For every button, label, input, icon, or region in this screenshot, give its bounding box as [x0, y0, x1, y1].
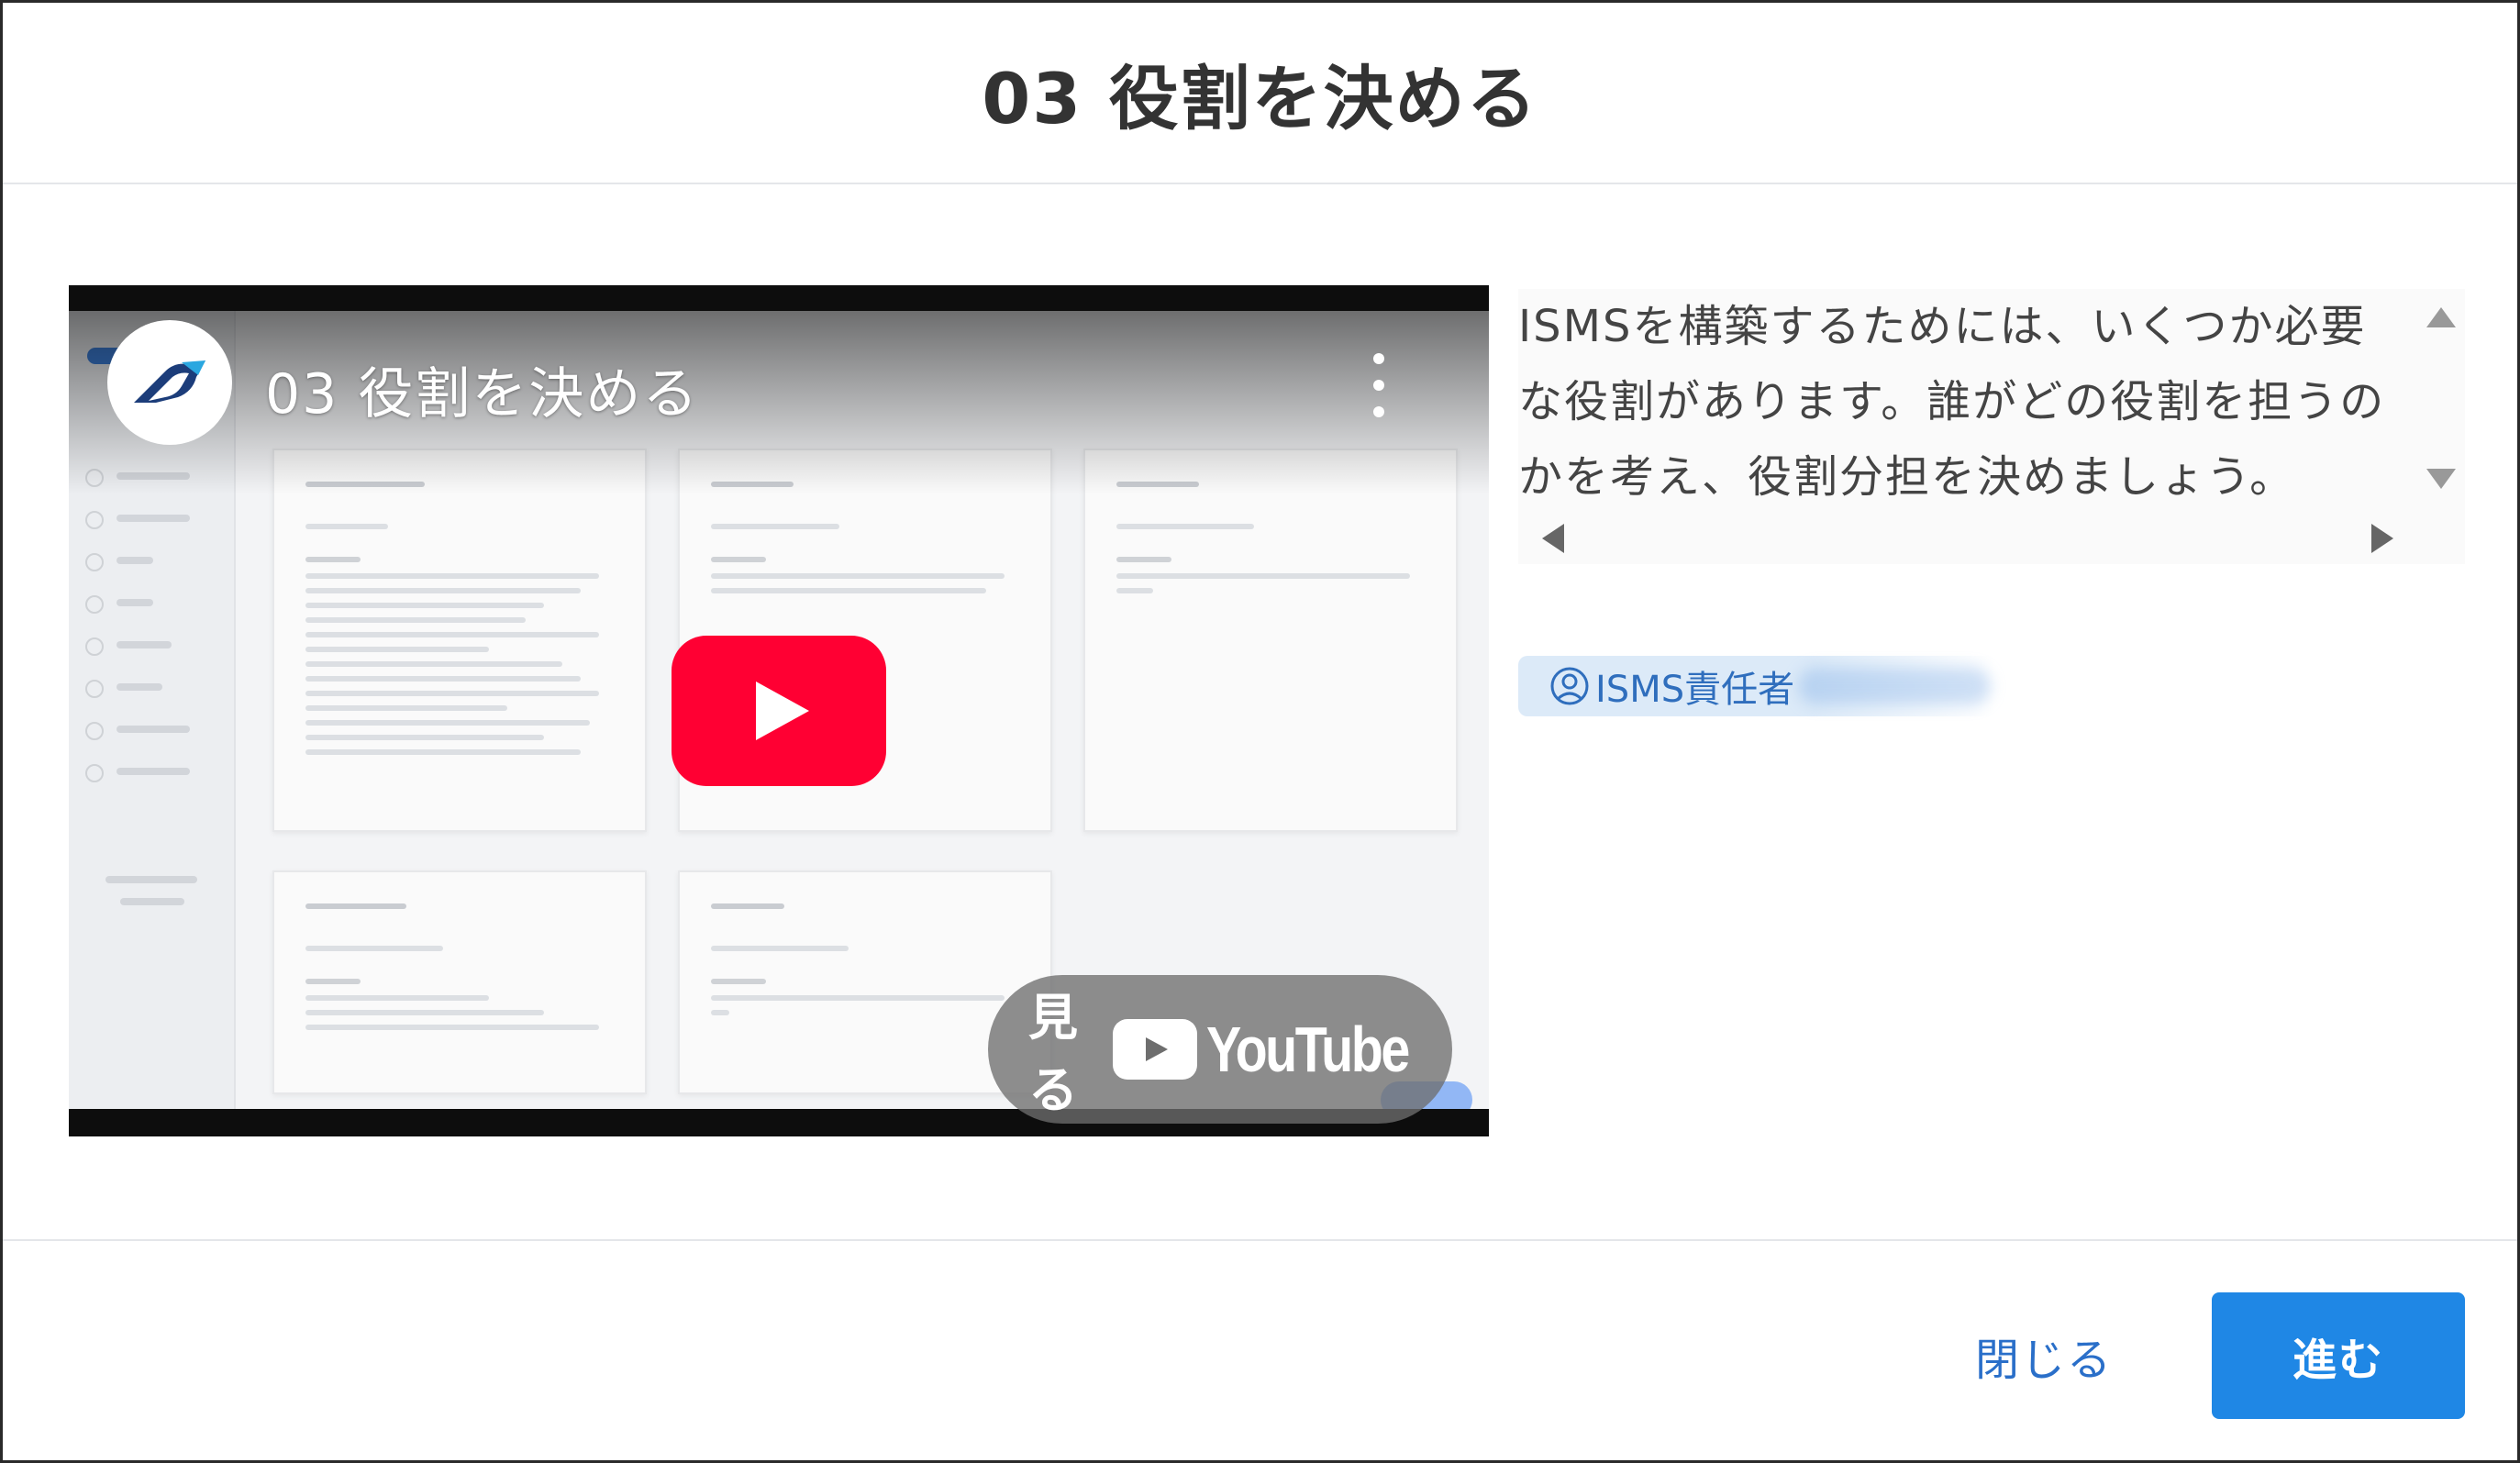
scroll-right-icon[interactable]	[2371, 524, 2393, 553]
close-button[interactable]: 閉じる	[1975, 1324, 2113, 1388]
thumbnail-card	[1083, 449, 1458, 832]
role-assignee-redacted	[1798, 668, 1992, 704]
dialog-title: 03 役割を決める	[982, 58, 1538, 139]
video-player[interactable]: 03 役割を決める 見る YouTube	[69, 285, 1489, 1136]
thumbnail-card	[272, 449, 647, 832]
scroll-down-icon[interactable]	[2426, 469, 2456, 489]
dialog-header: 03 役割を決める	[3, 3, 2517, 184]
watch-label: 見る	[1028, 989, 1078, 1119]
next-button[interactable]: 進む	[2212, 1292, 2465, 1419]
youtube-logo-icon: YouTube	[1112, 1013, 1452, 1086]
user-circle-icon	[1550, 667, 1589, 705]
description-panel[interactable]: ISMSを構築するためには、いくつか必要な役割があります。誰がどの役割を担うのか…	[1518, 289, 2465, 564]
thumbnail-card	[272, 870, 647, 1094]
role-tag: ISMS責任者	[1518, 656, 1995, 716]
role-label: ISMS責任者	[1595, 669, 1795, 711]
scroll-up-icon[interactable]	[2426, 307, 2456, 327]
youtube-wordmark: YouTube	[1205, 1014, 1410, 1085]
video-title[interactable]: 03 役割を決める	[265, 349, 699, 429]
channel-logo-icon[interactable]	[107, 320, 232, 445]
description-text: ISMSを構築するためには、いくつか必要な役割があります。誰がどの役割を担うのか…	[1518, 301, 2386, 503]
dialog: 03 役割を決める 03 役割を決める 見る YouTube ISMSを構築する…	[0, 0, 2520, 1463]
scroll-left-icon[interactable]	[1542, 524, 1564, 553]
dialog-footer: 閉じる 進む	[3, 1239, 2517, 1462]
kebab-menu-icon[interactable]	[1360, 353, 1397, 417]
watch-on-youtube-button[interactable]: 見る YouTube	[988, 975, 1452, 1124]
play-icon[interactable]	[672, 636, 886, 786]
